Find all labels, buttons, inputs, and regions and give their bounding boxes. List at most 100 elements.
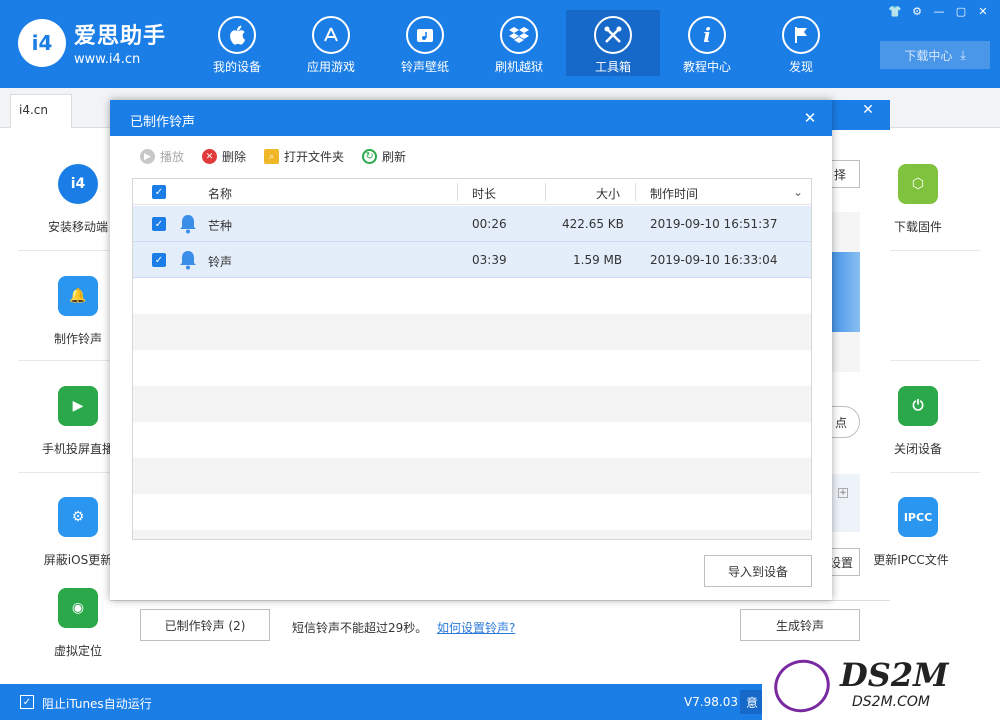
column-divider — [457, 183, 458, 201]
nav-label: 发现 — [788, 60, 813, 74]
nav-label: 工具箱 — [594, 60, 631, 74]
tool-label: 更新IPCC文件 — [873, 553, 949, 567]
table-header: ✓ 名称 时长 大小 制作时间 ⌄ — [133, 179, 811, 205]
column-created[interactable]: 制作时间 — [650, 185, 698, 202]
chevron-down-icon[interactable]: ⌄ — [793, 185, 803, 199]
divider — [890, 472, 980, 473]
ipcc-icon: IPCC — [898, 497, 938, 537]
nav-discover[interactable]: 发现 — [754, 10, 848, 76]
delete-icon: ✕ — [202, 149, 218, 164]
column-size[interactable]: 大小 — [596, 185, 620, 202]
dialog-title: 已制作铃声 — [110, 100, 832, 136]
minimize-icon[interactable]: — — [928, 2, 950, 20]
download-icon: ⤓ — [960, 47, 966, 62]
tool-download-firmware[interactable]: ⬡ 下载固件 — [858, 164, 978, 235]
import-to-device-button[interactable]: 导入到设备 — [704, 555, 812, 587]
plus-icon[interactable]: + — [838, 488, 848, 498]
top-bar: i4 爱思助手 www.i4.cn 我的设备 应用游戏 铃声壁纸 刷机越狱 工具… — [0, 0, 1000, 88]
nav-my-device[interactable]: 我的设备 — [190, 10, 284, 76]
empty-row — [133, 278, 811, 314]
empty-row — [133, 422, 811, 458]
column-divider — [545, 183, 546, 201]
refresh-icon: ↻ — [362, 149, 378, 164]
nav-toolbox[interactable]: 工具箱 — [566, 10, 660, 76]
nav-apps-games[interactable]: 应用游戏 — [284, 10, 378, 76]
close-icon[interactable]: ✕ — [858, 100, 878, 120]
how-to-set-ringtone-link[interactable]: 如何设置铃声? — [437, 619, 515, 636]
cube-icon: ⬡ — [898, 164, 938, 204]
dialog-toolbar: ▶ 播放 ✕ 删除 ⌕ 打开文件夹 ↻ 刷新 — [140, 148, 424, 165]
atom-logo-icon — [766, 651, 838, 720]
column-duration[interactable]: 时长 — [472, 185, 496, 202]
watermark: DS2M DS2M.COM — [762, 651, 1000, 720]
watermark-sub: DS2M.COM — [852, 694, 930, 710]
row-name: 铃声 — [208, 255, 233, 269]
restore-icon[interactable]: ▢ — [950, 2, 972, 20]
logo-badge-icon: i4 — [18, 18, 66, 67]
open-folder-button[interactable]: ⌕ 打开文件夹 — [264, 148, 344, 165]
bell-icon — [180, 215, 196, 234]
play-button[interactable]: ▶ 播放 — [140, 148, 184, 165]
app-url: www.i4.cn — [74, 52, 141, 67]
app-store-icon — [312, 16, 350, 54]
location-pin-icon: ◉ — [58, 588, 98, 628]
tool-power-off[interactable]: ⏻ 关闭设备 — [858, 386, 978, 457]
nav-label: 我的设备 — [212, 60, 261, 74]
tool-label: 下载固件 — [893, 220, 942, 234]
row-checkbox[interactable]: ✓ — [152, 217, 166, 231]
row-size: 1.59 MB — [573, 253, 623, 267]
divider — [18, 250, 110, 251]
refresh-button[interactable]: ↻ 刷新 — [362, 148, 406, 165]
i4-app-icon: i4 — [58, 164, 98, 204]
nav-tutorial-center[interactable]: i 教程中心 — [660, 10, 754, 76]
tool-label: 关闭设备 — [893, 442, 942, 456]
tab-i4cn[interactable]: i4.cn — [10, 94, 72, 129]
gear-block-icon: ⚙ — [58, 497, 98, 537]
nav-ringtones-wallpapers[interactable]: 铃声壁纸 — [378, 10, 472, 76]
window-controls: 👕 ⚙ — ▢ ✕ — [884, 2, 994, 20]
empty-row — [133, 530, 811, 539]
power-icon: ⏻ — [898, 386, 938, 426]
row-size: 422.65 KB — [562, 217, 624, 231]
row-created: 2019-09-10 16:51:37 — [650, 217, 778, 231]
generate-ringtone-button[interactable]: 生成铃声 — [740, 609, 860, 641]
settings-area: + — [832, 474, 860, 532]
tool-update-ipcc[interactable]: IPCC 更新IPCC文件 — [858, 497, 978, 568]
waveform — [832, 252, 860, 332]
delete-label: 删除 — [222, 150, 247, 164]
download-center-button[interactable]: 下载中心 ⤓ — [880, 41, 990, 69]
table-row[interactable]: ✓ 铃声 03:39 1.59 MB 2019-09-10 16:33:04 — [133, 242, 811, 278]
row-created: 2019-09-10 16:33:04 — [650, 253, 778, 267]
block-itunes-checkbox[interactable]: ✓ — [20, 695, 34, 709]
gear-icon[interactable]: ⚙ — [906, 2, 928, 20]
play-label: 播放 — [160, 150, 185, 164]
dropbox-icon — [500, 16, 538, 54]
row-duration: 03:39 — [472, 253, 507, 267]
divider — [18, 360, 110, 361]
row-name: 芒种 — [208, 219, 233, 233]
empty-row — [133, 350, 811, 386]
row-duration: 00:26 — [472, 217, 507, 231]
column-divider — [635, 183, 636, 201]
sms-duration-hint: 短信铃声不能超过29秒。 — [292, 621, 428, 635]
close-icon[interactable]: ✕ — [972, 2, 994, 20]
made-ringtones-button[interactable]: 已制作铃声 (2) — [140, 609, 270, 641]
delete-button[interactable]: ✕ 删除 — [202, 148, 246, 165]
info-icon: i — [688, 16, 726, 54]
app-title: 爱思助手 — [74, 24, 167, 49]
feedback-button[interactable]: 意 — [740, 690, 764, 714]
nav-flash-jailbreak[interactable]: 刷机越狱 — [472, 10, 566, 76]
table-row[interactable]: ✓ 芒种 00:26 422.65 KB 2019-09-10 16:51:37 — [133, 206, 811, 242]
bell-plus-icon: 🔔 — [58, 276, 98, 316]
nav-label: 应用游戏 — [306, 60, 355, 74]
close-icon[interactable]: ✕ — [798, 106, 822, 130]
row-checkbox[interactable]: ✓ — [152, 253, 166, 267]
ringtone-table: ✓ 名称 时长 大小 制作时间 ⌄ ✓ 芒种 00:26 422.65 KB 2… — [132, 178, 812, 540]
block-itunes-label: 阻止iTunes自动运行 — [42, 697, 152, 711]
app-logo[interactable]: i4 爱思助手 www.i4.cn — [18, 18, 166, 67]
column-name[interactable]: 名称 — [208, 185, 232, 202]
select-all-checkbox[interactable]: ✓ — [152, 185, 166, 199]
shirt-icon[interactable]: 👕 — [884, 2, 906, 20]
divider — [890, 250, 980, 251]
apple-icon — [218, 16, 256, 54]
